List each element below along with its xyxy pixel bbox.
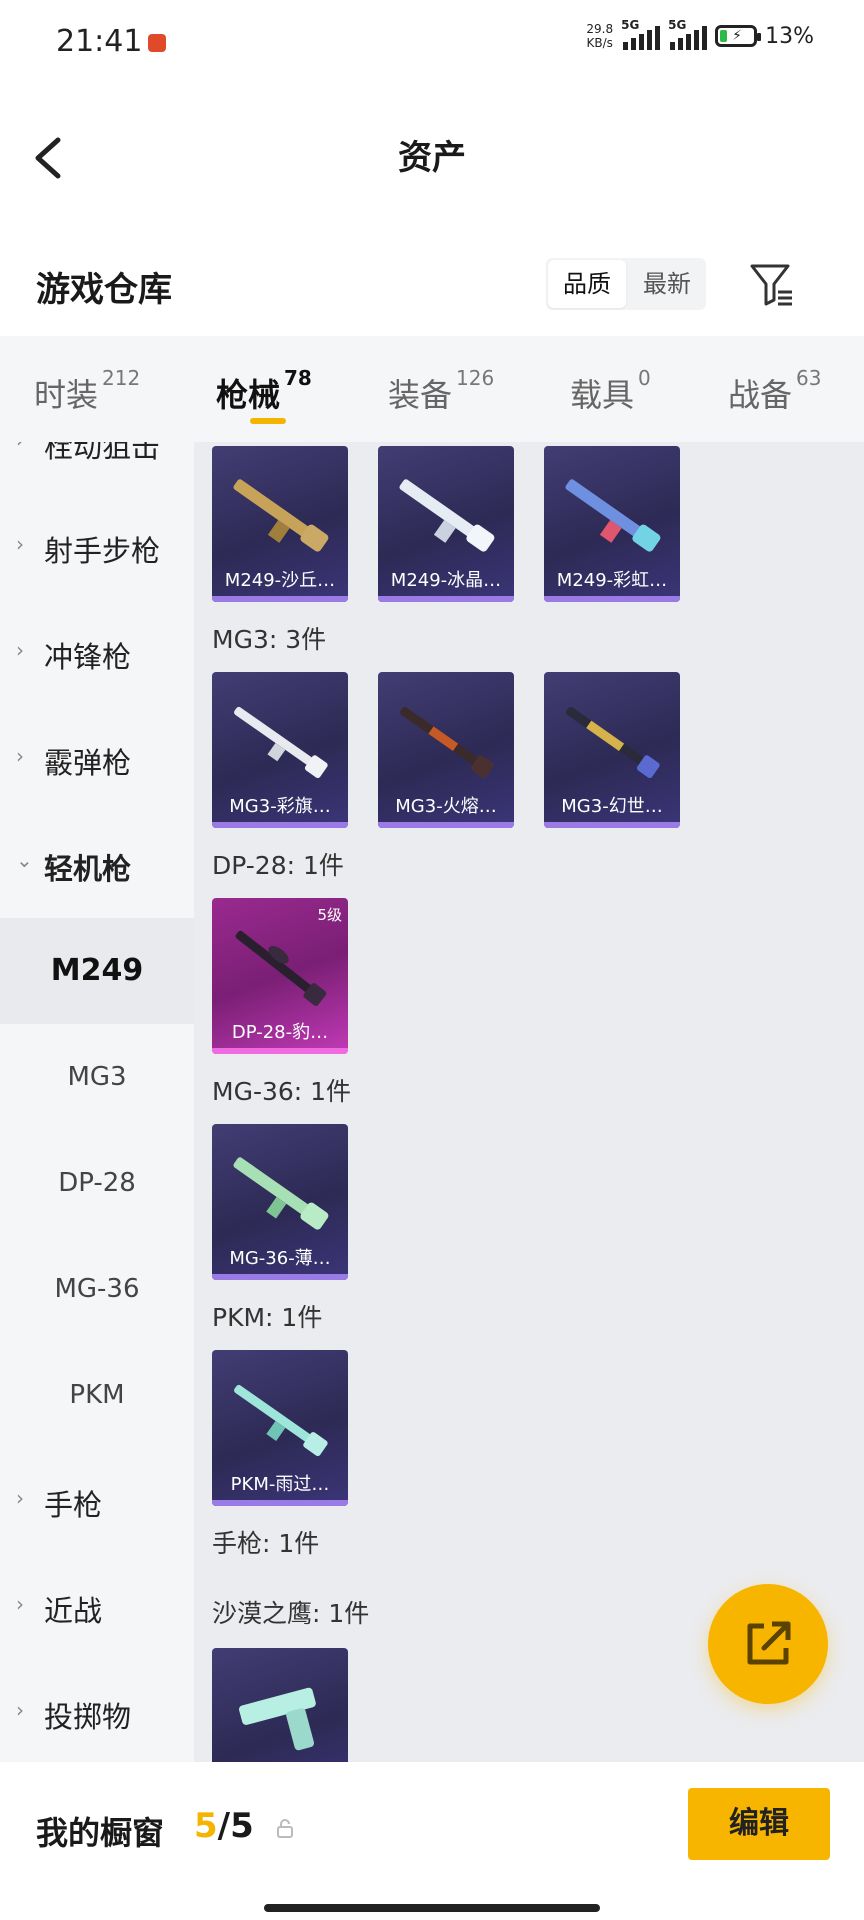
chevron-right-icon: › — [16, 1592, 24, 1616]
sort-toggle: 品质 最新 — [546, 258, 706, 310]
lock-icon — [276, 1818, 294, 1838]
chevron-right-icon: › — [16, 1486, 24, 1510]
sidebar-sub-mg3[interactable]: MG3 — [0, 1024, 194, 1130]
signal-icon: 5G — [668, 18, 708, 50]
item-card[interactable] — [212, 1648, 348, 1762]
rifle-icon — [400, 706, 494, 778]
rifle-icon — [234, 1384, 328, 1456]
sort-quality[interactable]: 品质 — [548, 260, 626, 308]
chevron-right-icon: › — [16, 744, 24, 768]
sort-newest[interactable]: 最新 — [628, 258, 706, 310]
tab-count: 63 — [796, 366, 822, 390]
chevron-right-icon: › — [16, 638, 24, 662]
rifle-icon — [399, 479, 495, 552]
item-grid: M249-沙丘… M249-冰晶… M249-彩虹… MG3: 3件 MG3-彩… — [194, 442, 864, 1762]
group-title: DP-28: 1件 — [212, 851, 344, 880]
status-right: 29.8 KB/s 5G 5G ⚡ 13% — [586, 18, 814, 50]
share-icon — [747, 1621, 791, 1665]
active-tab-indicator — [250, 418, 286, 424]
tab-supplies[interactable]: 战备 63 — [728, 366, 821, 416]
item-card[interactable]: PKM-雨过… — [212, 1350, 348, 1506]
group-title: 手枪: 1件 — [212, 1529, 320, 1558]
tab-count: 126 — [456, 366, 495, 390]
signal-label: 5G — [621, 18, 640, 32]
item-card[interactable]: M249-冰晶… — [378, 446, 514, 602]
sidebar-sub-mg36[interactable]: MG-36 — [0, 1236, 194, 1342]
group-title: 沙漠之鹰: 1件 — [212, 1599, 370, 1628]
item-card[interactable]: MG3-幻世… — [544, 672, 680, 828]
page-title: 资产 — [398, 138, 466, 178]
net-speed: 29.8 KB/s — [586, 22, 613, 50]
tab-vehicles[interactable]: 载具 0 — [570, 366, 651, 416]
item-card[interactable]: 5级 DP-28-豹… — [212, 898, 348, 1054]
edit-button[interactable]: 编辑 — [688, 1788, 830, 1860]
item-card[interactable]: M249-彩虹… — [544, 446, 680, 602]
rifle-icon — [233, 479, 329, 552]
notification-icon — [148, 34, 166, 52]
item-card[interactable]: MG3-彩旗… — [212, 672, 348, 828]
rifle-icon — [235, 930, 327, 1006]
item-card[interactable]: M249-沙丘… — [212, 446, 348, 602]
rifle-icon — [565, 479, 661, 552]
signal-icon: 5G — [621, 18, 661, 50]
showcase-count: 5/5 — [194, 1806, 254, 1846]
group-title: PKM: 1件 — [212, 1303, 323, 1332]
tab-count: 0 — [638, 366, 651, 390]
status-time: 21:41 — [56, 24, 143, 59]
tab-equipment[interactable]: 装备 126 — [388, 366, 494, 416]
share-button[interactable] — [708, 1584, 828, 1704]
rifle-icon — [233, 1157, 329, 1230]
chevron-right-icon: › — [16, 442, 24, 452]
warehouse-header: 游戏仓库 品质 最新 — [0, 218, 864, 336]
top-bar: 资产 — [0, 88, 864, 218]
rifle-icon — [566, 706, 660, 778]
chevron-right-icon: › — [16, 532, 24, 556]
sidebar-sub-dp28[interactable]: DP-28 — [0, 1130, 194, 1236]
item-card[interactable]: MG-36-薄… — [212, 1124, 348, 1280]
tab-count: 212 — [102, 366, 141, 390]
pistol-icon — [239, 1687, 316, 1751]
warehouse-title: 游戏仓库 — [36, 270, 172, 310]
net-speed-value: 29.8 — [586, 22, 614, 36]
filter-icon[interactable] — [748, 258, 796, 310]
group-title: MG-36: 1件 — [212, 1077, 352, 1106]
sidebar-sub-m249[interactable]: M249 — [0, 918, 194, 1024]
showcase-bar: 我的橱窗 5/5 编辑 — [0, 1762, 864, 1920]
battery-percent: 13% — [765, 23, 814, 49]
tab-guns[interactable]: 枪械 78 — [216, 366, 312, 416]
sidebar: › 栓动狙击 › 射手步枪 › 冲锋枪 › 霰弹枪 ⌄ 轻机枪 M249 MG3… — [0, 442, 194, 1762]
home-indicator[interactable] — [264, 1904, 600, 1912]
category-tabs: 时装 212 枪械 78 装备 126 载具 0 战备 63 — [0, 336, 864, 442]
group-title: MG3: 3件 — [212, 625, 327, 654]
chevron-right-icon: › — [16, 1698, 24, 1722]
showcase-title: 我的橱窗 — [36, 1814, 165, 1852]
signal-label: 5G — [668, 18, 687, 32]
status-bar: 21:41 29.8 KB/s 5G 5G ⚡ 13% — [0, 0, 864, 88]
sidebar-sub-pkm[interactable]: PKM — [0, 1342, 194, 1448]
chevron-down-icon: ⌄ — [16, 848, 33, 872]
battery-icon: ⚡ — [715, 25, 762, 47]
tab-fashion[interactable]: 时装 212 — [34, 366, 140, 416]
net-speed-unit: KB/s — [586, 36, 613, 50]
tab-count: 78 — [284, 366, 312, 390]
rifle-icon — [234, 706, 328, 778]
item-card[interactable]: MG3-火熔… — [378, 672, 514, 828]
